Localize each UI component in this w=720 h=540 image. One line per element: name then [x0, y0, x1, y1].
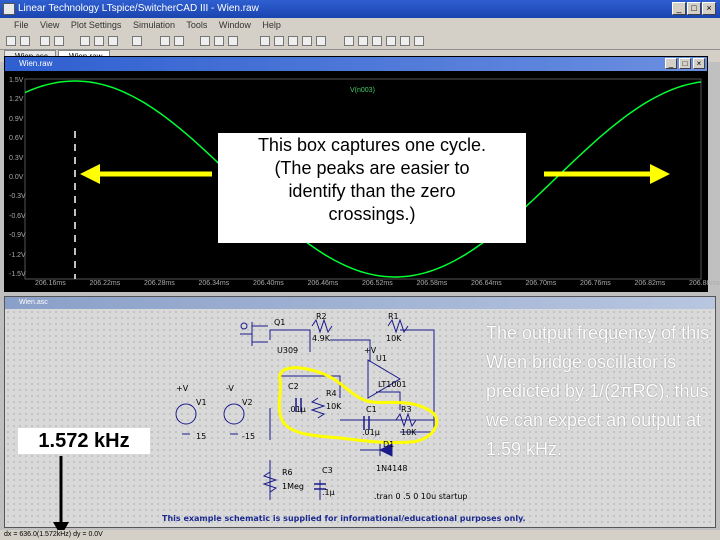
label-pv: +V: [176, 384, 189, 393]
label-c1-value[interactable]: .01µ: [362, 428, 380, 437]
r4-body: [310, 397, 326, 419]
label-r6[interactable]: R6: [282, 468, 293, 477]
left-arrow-head: [80, 164, 100, 184]
label-v2[interactable]: V2: [242, 398, 253, 407]
label-c2[interactable]: C2: [288, 382, 299, 391]
label-c3[interactable]: C3: [322, 466, 333, 475]
label-vplus: +V: [364, 346, 377, 355]
label-r4-value[interactable]: 10K: [326, 402, 341, 411]
label-r3[interactable]: R3: [401, 405, 412, 414]
voltage-sources: [175, 403, 245, 435]
label-q1[interactable]: Q1: [274, 318, 285, 327]
label-d1[interactable]: D1: [383, 440, 394, 449]
r2-body: [311, 318, 333, 334]
label-c3-value[interactable]: .1µ: [322, 488, 335, 497]
jfet-q1: [240, 322, 268, 346]
q1-marker: [240, 322, 248, 330]
label-r4[interactable]: R4: [326, 389, 337, 398]
label-r1[interactable]: R1: [388, 312, 399, 321]
label-v2-value[interactable]: -15: [242, 432, 255, 441]
label-nv: -V: [226, 384, 234, 393]
label-r2[interactable]: R2: [316, 312, 327, 321]
label-c2-value[interactable]: .01µ: [288, 405, 306, 414]
label-c1[interactable]: C1: [366, 405, 377, 414]
right-arrow-head: [650, 164, 670, 184]
label-u309[interactable]: U309: [277, 346, 298, 355]
v1-source: [175, 403, 197, 425]
label-v1[interactable]: V1: [196, 398, 207, 407]
label-v1-value[interactable]: 15: [196, 432, 206, 441]
v2-source: [223, 403, 245, 425]
label-u1[interactable]: U1: [376, 354, 387, 363]
cycle-arrows: [80, 164, 670, 184]
label-r1-value[interactable]: 10K: [386, 334, 401, 343]
ltspice-window: Linear Technology LTspice/SwitcherCAD II…: [0, 0, 720, 540]
label-r6-value[interactable]: 1Meg: [282, 482, 304, 491]
capacitors: [295, 398, 370, 490]
frequency-callout: 1.572 kHz: [18, 428, 150, 454]
schematic-disclaimer: This example schematic is supplied for i…: [162, 514, 526, 523]
label-d1-value[interactable]: 1N4148: [376, 464, 407, 473]
label-lt1001[interactable]: LT1001: [378, 380, 407, 389]
status-bar: dx = 636.0(1.572kHz) dy = 0.0V: [0, 530, 720, 540]
wien-explanation: The output frequency of this Wien bridge…: [486, 323, 710, 459]
label-r2-value[interactable]: 4.9K: [312, 334, 330, 343]
schematic-wires: [269, 329, 435, 500]
tran-directive[interactable]: .tran 0 .5 0 10u startup: [374, 492, 468, 501]
status-arrow: [53, 456, 69, 536]
r1-body: [387, 318, 409, 334]
label-r3-value[interactable]: 10K: [401, 428, 416, 437]
